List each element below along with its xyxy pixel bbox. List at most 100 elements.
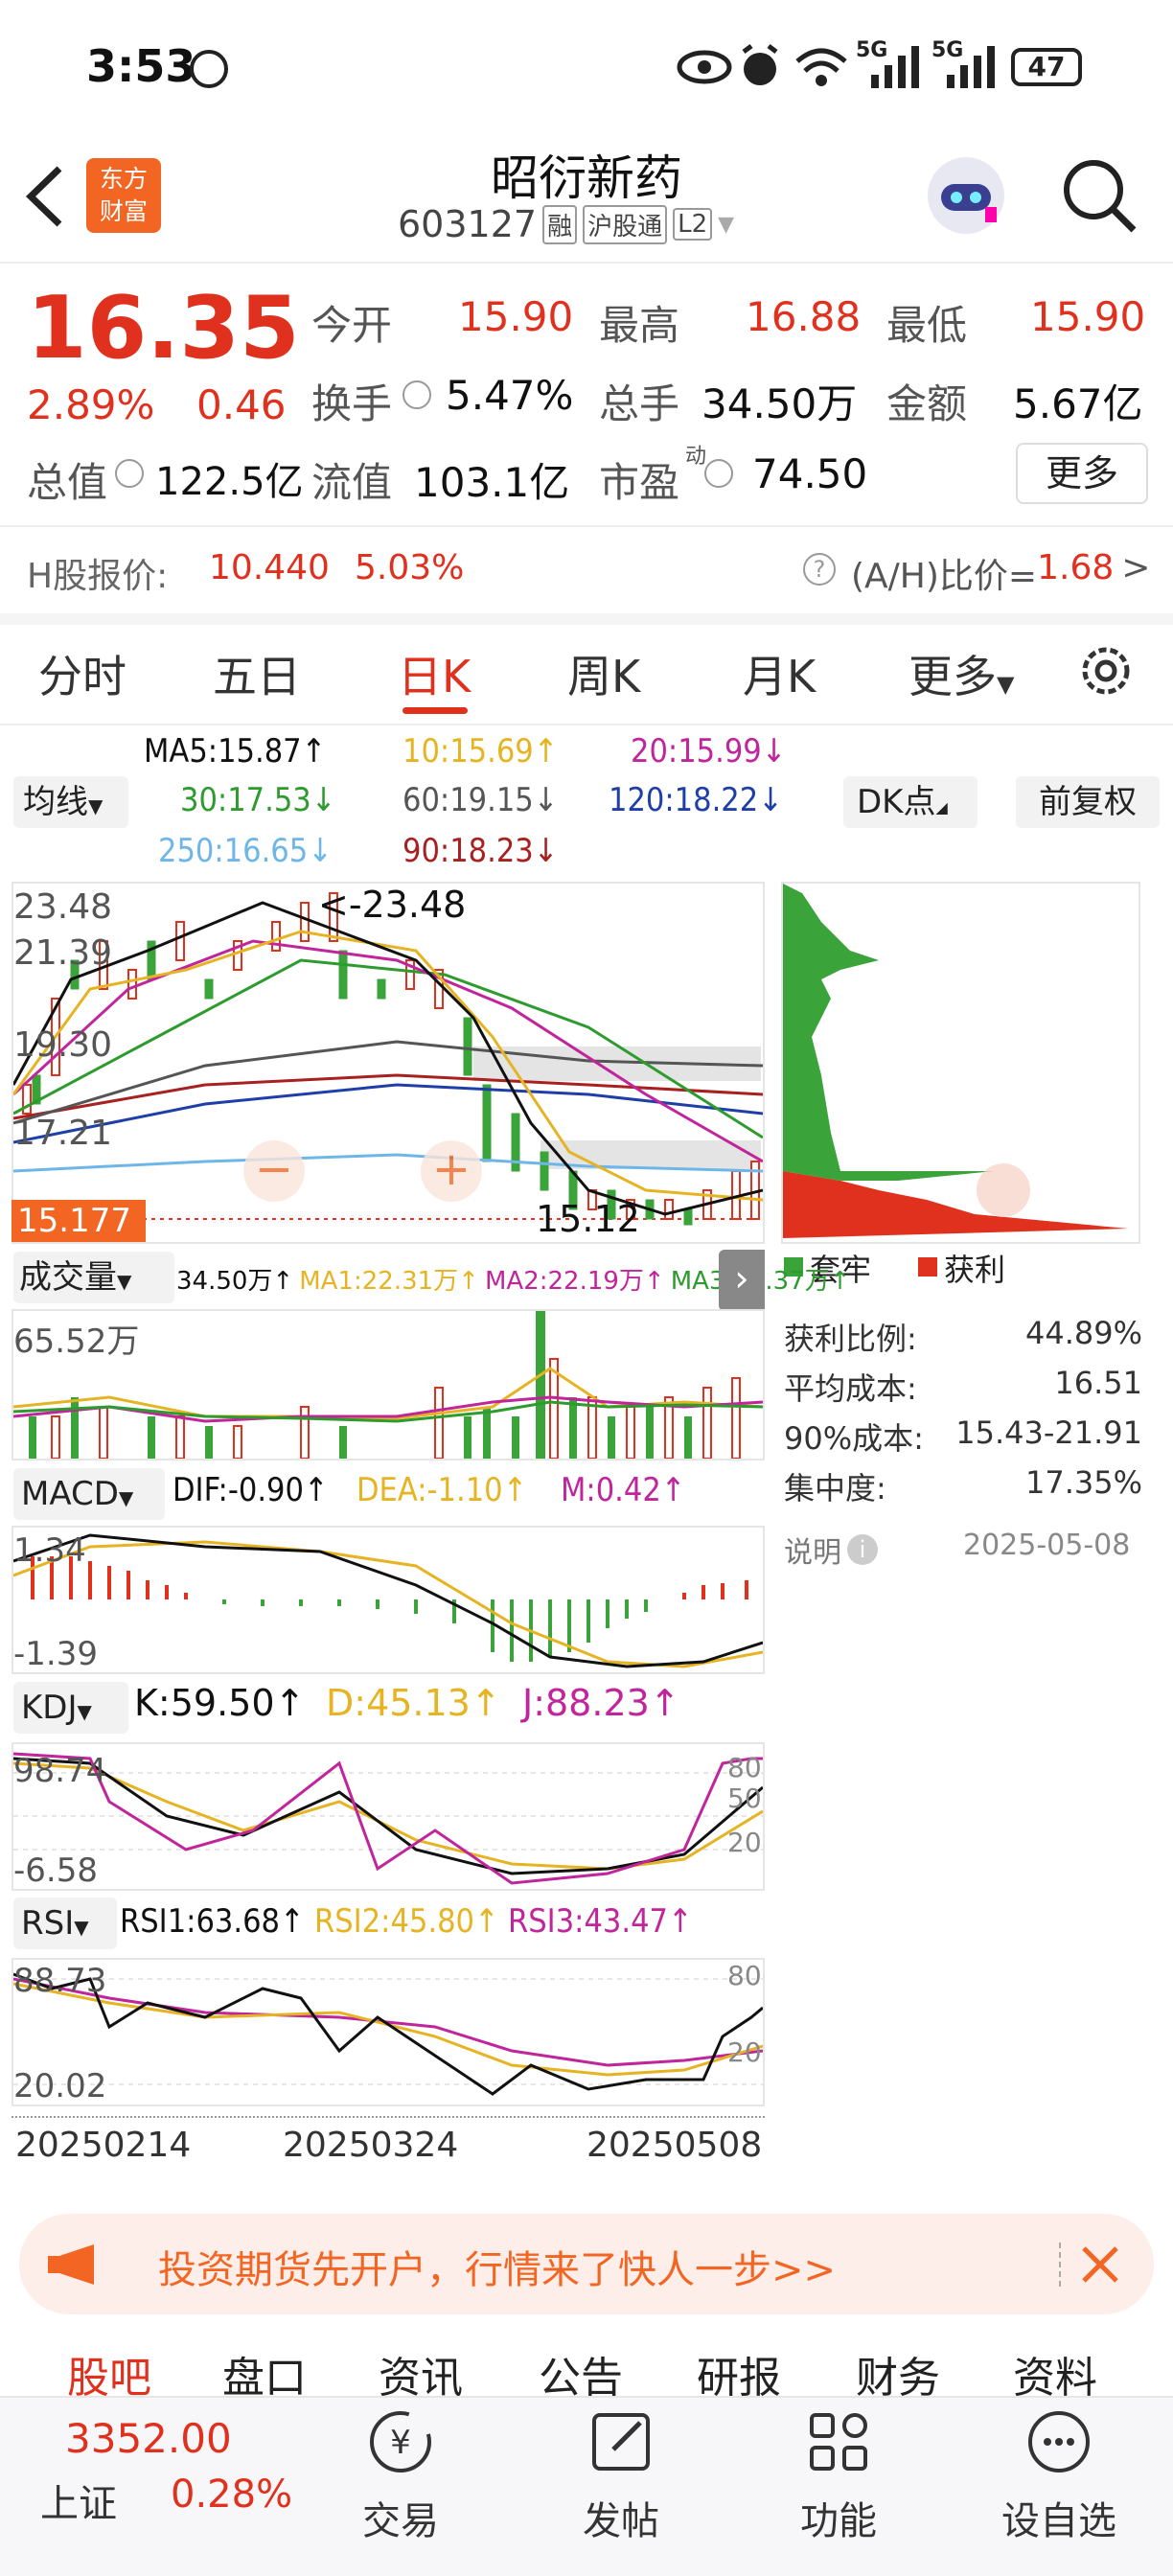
date-label-mid: 20250324 — [283, 2126, 459, 2165]
battery-icon: 47 — [1011, 48, 1082, 86]
ah-label: (A/H)比价= — [851, 557, 1038, 596]
y-tick: 23.48 — [13, 887, 113, 927]
info-icon[interactable] — [704, 459, 733, 488]
more-dots-icon — [1028, 2411, 1090, 2472]
time-axis — [12, 2108, 765, 2118]
y-tick: 19.30 — [13, 1025, 113, 1065]
turnover-value: 5.47% — [446, 372, 574, 419]
kline-svg — [13, 892, 763, 1226]
ma-selector[interactable]: 均线▼ — [13, 776, 128, 828]
close-icon[interactable] — [1078, 2242, 1122, 2287]
rsi1-value: RSI1:63.68↑ — [120, 1902, 305, 1941]
amount-label: 金额 — [886, 380, 968, 427]
macd-selector-label: MACD — [21, 1475, 119, 1513]
tab-weekly-k[interactable]: 周K — [567, 642, 640, 705]
macd-chart: 1.34 -1.39 — [12, 1526, 765, 1674]
rsi-bottom-label: 20.02 — [13, 2067, 107, 2105]
more-button[interactable]: 更多 — [1016, 443, 1148, 504]
rsi2-value: RSI2:45.80↑ — [314, 1902, 499, 1941]
rsi-top-label: 88.73 — [13, 1962, 107, 2000]
volume-label: 总手 — [599, 380, 680, 427]
y-tick: 21.39 — [13, 933, 113, 973]
settings-gear-icon[interactable] — [1077, 642, 1135, 700]
nav-functions[interactable]: 功能 — [743, 2405, 934, 2545]
ma60-value: 60:19.15↓ — [402, 781, 559, 819]
tab-monthly-k[interactable]: 月K — [743, 642, 816, 705]
tag-rong: 融 — [542, 204, 578, 244]
amount-value: 5.67亿 — [1013, 380, 1143, 427]
chevron-down-icon[interactable]: ▼ — [718, 213, 734, 237]
tab-five-day[interactable]: 五日 — [213, 642, 301, 705]
stock-code-row: 603127 融 沪股通 L2 ▼ — [398, 203, 734, 245]
banner-text: 投资期货先开户，行情来了快人一步>> — [158, 2248, 837, 2292]
chevron-right-icon: > — [1121, 548, 1151, 587]
adjust-price-button[interactable]: 前复权 — [1016, 776, 1160, 828]
chip-profit-ratio-label: 获利比例: — [784, 1321, 917, 1357]
expand-panel-button[interactable]: › — [719, 1250, 765, 1311]
float-value: 103.1亿 — [414, 459, 570, 506]
help-icon[interactable]: ? — [803, 553, 836, 586]
ma-selector-label: 均线 — [23, 783, 88, 821]
macd-selector[interactable]: MACD▼ — [13, 1468, 165, 1520]
ma10-value: 10:15.69↑ — [402, 732, 559, 770]
rsi-level-20: 20 — [727, 2036, 762, 2068]
float-label: 流值 — [311, 459, 393, 506]
chip-note-link[interactable]: 说明 i — [784, 1529, 878, 1571]
kdj-level-50: 50 — [727, 1782, 762, 1814]
info-icon[interactable] — [115, 459, 144, 488]
robot-assistant-icon[interactable] — [922, 151, 1010, 240]
pe-label: 市盈 — [599, 459, 680, 506]
high-marker: <-23.48 — [318, 884, 467, 926]
h-share-price: 10.440 — [209, 548, 330, 587]
kdj-selector[interactable]: KDJ▼ — [13, 1682, 128, 1734]
nav-post[interactable]: 发帖 — [525, 2405, 717, 2545]
nav-add-watchlist[interactable]: 设自选 — [963, 2405, 1155, 2545]
ma30-value: 30:17.53↓ — [180, 781, 336, 819]
futures-ad-banner[interactable]: 投资期货先开户，行情来了快人一步>> — [19, 2214, 1154, 2314]
tab-more[interactable]: 更多▼ — [908, 642, 1014, 705]
caret-down-icon: ▼ — [74, 1916, 89, 1939]
index-pct: 0.28% — [171, 2472, 293, 2517]
info-icon[interactable] — [402, 380, 431, 409]
cursor-price-tag: 15.177 — [12, 1200, 146, 1242]
chip-distribution-chart[interactable] — [781, 882, 1140, 1244]
status-bar: 3:53 5G 5G 47 — [0, 0, 1173, 134]
change-value: 0.46 — [196, 381, 287, 428]
legend-swatch-profit — [918, 1257, 937, 1276]
zoom-in-button[interactable]: + — [421, 1140, 482, 1202]
tab-more-label: 更多 — [908, 651, 997, 702]
stock-code: 603127 — [398, 203, 538, 245]
macd-top-label: 1.34 — [13, 1531, 86, 1570]
pe-sup: 动 — [685, 445, 707, 469]
rsi-chart: 88.73 20.02 80 20 — [12, 1958, 765, 2106]
open-label: 今开 — [311, 302, 393, 349]
nav-post-label: 发帖 — [583, 2499, 659, 2543]
rsi-selector[interactable]: RSI▼ — [13, 1898, 117, 1949]
chip-90-cost-value: 15.43-21.91 — [955, 1414, 1142, 1451]
caret-down-icon: ▼ — [77, 1700, 92, 1723]
tab-daily-k[interactable]: 日K — [398, 642, 471, 705]
search-icon[interactable] — [1059, 155, 1139, 236]
kdj-j: J:88.23↑ — [522, 1682, 680, 1724]
date-label-start: 20250214 — [15, 2126, 192, 2165]
alarm-icon — [742, 44, 778, 85]
chip-note-label: 说明 — [784, 1536, 841, 1570]
kdj-top-label: 98.74 — [13, 1752, 107, 1790]
nav-trade[interactable]: ¥ 交易 — [305, 2405, 496, 2545]
h-share-pct: 5.03% — [355, 548, 465, 587]
ah-ratio[interactable]: (A/H)比价= 1.68 > — [851, 548, 1150, 598]
rsi-level-80: 80 — [727, 1960, 762, 1991]
nav-header: 东方 财富 昭衍新药 603127 融 沪股通 L2 ▼ — [0, 134, 1173, 264]
kline-chart[interactable]: 23.48 21.39 19.30 17.21 <-23.48 15.12 15… — [12, 882, 765, 1244]
info-icon: i — [847, 1534, 878, 1565]
volume-selector[interactable]: 成交量▼ — [13, 1252, 174, 1303]
kdj-svg — [12, 1752, 764, 1885]
index-value[interactable]: 3352.00 — [65, 2415, 232, 2462]
zoom-out-button[interactable]: − — [243, 1140, 305, 1202]
tag-l2[interactable]: L2 — [673, 208, 713, 241]
dk-point-button[interactable]: DK点◢ — [843, 776, 978, 828]
volume-max-label: 65.52万 — [13, 1322, 140, 1361]
tab-intraday[interactable]: 分时 — [38, 642, 126, 705]
index-name[interactable]: 上证 — [40, 2472, 117, 2528]
change-pct: 2.89% — [27, 381, 155, 428]
